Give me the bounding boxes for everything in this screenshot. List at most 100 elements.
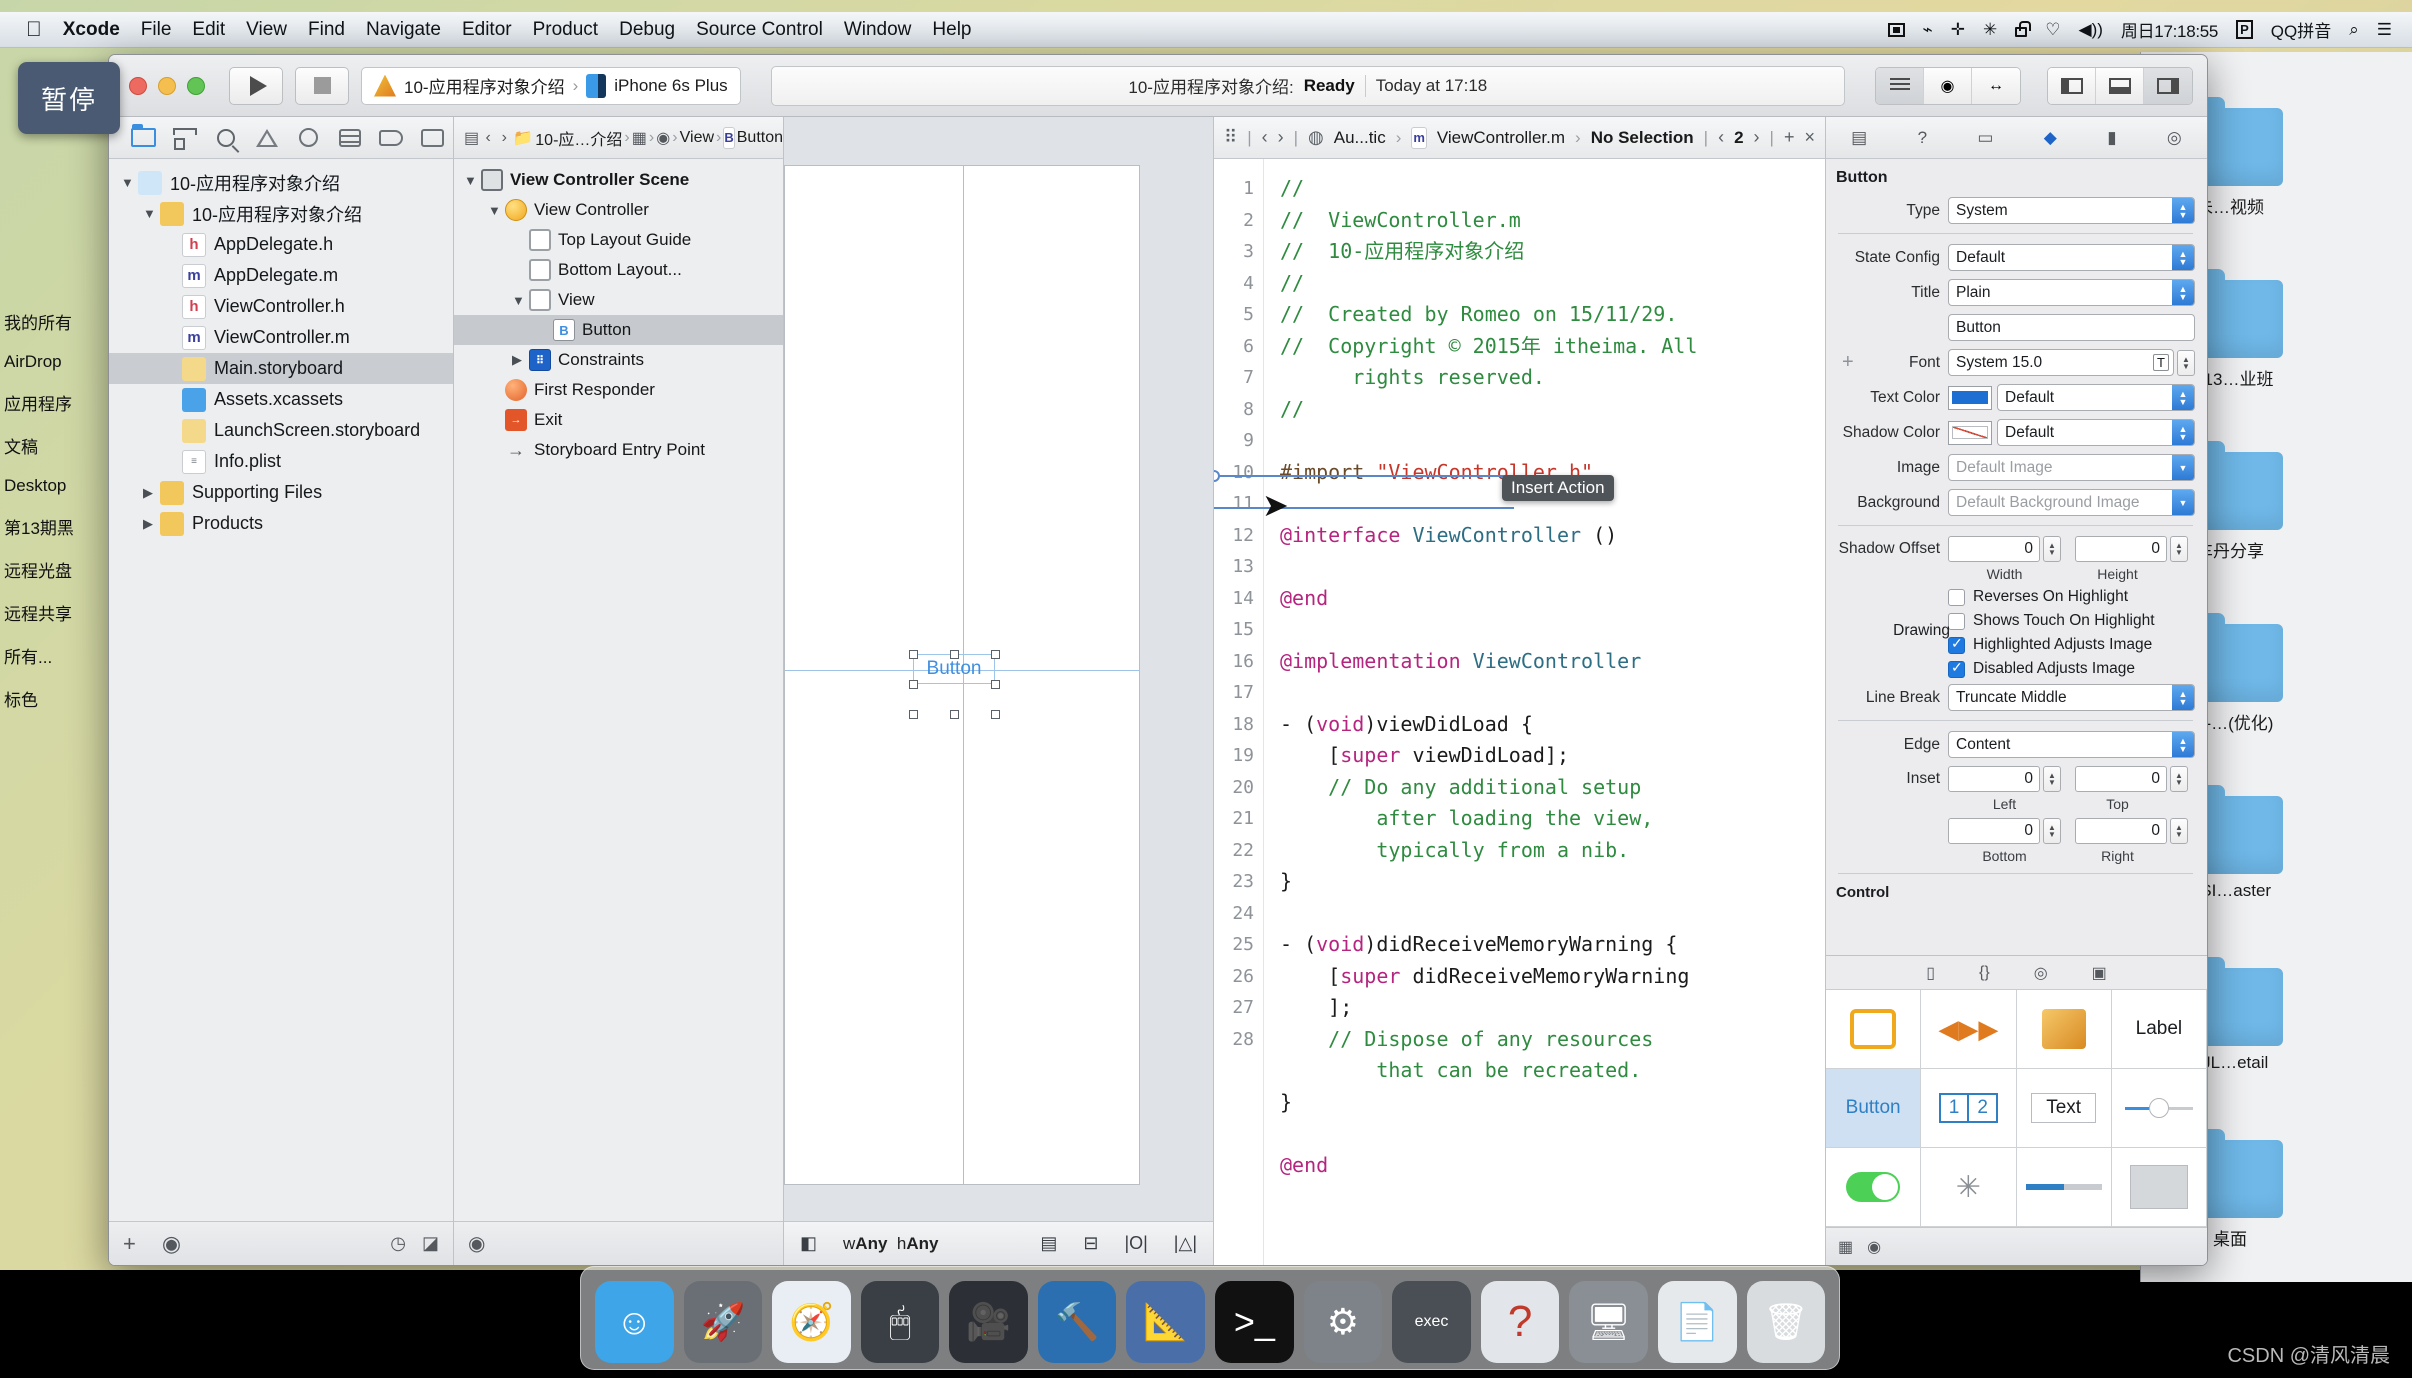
outline-item[interactable]: ▼ View	[454, 285, 783, 315]
outline-item[interactable]: ▼ View Controller	[454, 195, 783, 225]
resolve-icon[interactable]: |△|	[1174, 1233, 1197, 1254]
outline-item[interactable]: ▶ First Responder	[454, 375, 783, 405]
disclosure-triangle-icon[interactable]: ▶	[512, 262, 529, 278]
dock-item-trash[interactable]: 🗑	[1746, 1281, 1826, 1363]
menu-item-source-control[interactable]: Source Control	[696, 19, 823, 41]
dock-item-word[interactable]: 📄	[1657, 1281, 1737, 1363]
menu-item-xcode[interactable]: Xcode	[63, 19, 120, 41]
outline-item[interactable]: ▶ Bottom Layout...	[454, 255, 783, 285]
library-item-switch-object[interactable]	[1826, 1148, 1922, 1227]
inset-top-stepper[interactable]: ▲ ▼	[2170, 766, 2188, 792]
file-inspector-icon[interactable]: ▤	[1851, 128, 1867, 148]
disclosure-triangle-icon[interactable]: ▶	[512, 232, 529, 248]
checkbox[interactable]	[1948, 612, 1965, 630]
disclosure-triangle-icon[interactable]: ▶	[165, 330, 182, 346]
prev-counterpart-icon[interactable]: ‹	[1718, 127, 1724, 148]
zoom-window-button[interactable]	[187, 76, 205, 95]
inset-left-input[interactable]: 0	[1948, 766, 2040, 792]
resize-handle-bl[interactable]	[909, 710, 918, 719]
chevron-updown-icon[interactable]: ▲ ▼	[2172, 685, 2194, 710]
font-input[interactable]: System 15.0 T	[1948, 349, 2174, 376]
menu-item-editor[interactable]: Editor	[462, 19, 512, 41]
shadow-offset-height-stepper[interactable]: ▲ ▼	[2170, 536, 2188, 562]
menu-item-navigate[interactable]: Navigate	[366, 19, 441, 41]
library-list-view-icon[interactable]: ▦	[1838, 1237, 1853, 1257]
issue-navigator-tab[interactable]	[247, 117, 288, 159]
close-window-button[interactable]	[129, 76, 147, 95]
disclosure-triangle-icon[interactable]: ▶	[165, 268, 182, 284]
recent-icon[interactable]: ◷	[390, 1233, 406, 1254]
resize-handle-tl[interactable]	[909, 650, 918, 659]
library-item-label-object[interactable]: Label	[2111, 990, 2207, 1069]
notification-center-icon[interactable]: ☰	[2377, 20, 2392, 40]
checkbox[interactable]	[1948, 635, 1965, 654]
disclosure-triangle-icon[interactable]: ▼	[488, 203, 505, 218]
navigator-file-tree[interactable]: ▼10-应用程序对象介绍▼10-应用程序对象介绍▶hAppDelegate.h▶…	[109, 159, 453, 1221]
run-button[interactable]	[229, 66, 283, 105]
window-controls[interactable]	[129, 76, 205, 95]
chevron-updown-icon[interactable]: ▲ ▼	[2172, 198, 2194, 223]
library-item-activity-indicator-object[interactable]: ✳	[1921, 1148, 2017, 1227]
screen-record-icon[interactable]	[1887, 22, 1905, 37]
vpn-icon[interactable]: ♡	[2045, 20, 2060, 40]
inset-left-stepper[interactable]: ▲ ▼	[2043, 766, 2061, 792]
disclosure-triangle-icon[interactable]: ▶	[143, 485, 160, 501]
resize-handle-tr[interactable]	[991, 650, 1000, 659]
drawing-option[interactable]: Reverses On Highlight	[1948, 588, 2195, 606]
library-item-text-field-object[interactable]: Text	[2016, 1069, 2112, 1148]
menu-item-file[interactable]: File	[141, 19, 172, 41]
shadow-offset-width-input[interactable]: 0	[1948, 536, 2040, 562]
dock-item-xcode[interactable]: 🔨	[1037, 1281, 1117, 1363]
bluetooth-icon[interactable]: ✳	[1983, 20, 1997, 40]
library-item-button-object[interactable]: Button	[1826, 1069, 1922, 1148]
outline-item[interactable]: ▶ Top Layout Guide	[454, 225, 783, 255]
navigator-item[interactable]: ▼ 10-应用程序对象介绍	[109, 198, 453, 229]
menu-item-view[interactable]: View	[246, 19, 287, 41]
add-variation-icon[interactable]: +	[1842, 351, 1854, 374]
input-method-label[interactable]: QQ拼音	[2271, 17, 2331, 42]
navigator-item[interactable]: ▶ Supporting Files	[109, 477, 453, 508]
drawing-option[interactable]: Disabled Adjusts Image	[1948, 659, 2195, 678]
filter-icon[interactable]: ◉	[162, 1231, 181, 1257]
navigator-item[interactable]: ▶h AppDelegate.h	[109, 229, 453, 260]
volume-icon[interactable]: ◀))	[2079, 20, 2103, 40]
background-select[interactable]: Default Background Image ▼	[1948, 489, 2195, 516]
close-assistant-editor-button[interactable]: ×	[1804, 127, 1815, 148]
auto-layout-icon[interactable]: ▤	[1040, 1233, 1057, 1254]
resize-handle-br[interactable]	[991, 710, 1000, 719]
location-icon[interactable]: ⌁	[1923, 20, 1933, 40]
library-grid[interactable]: ◀▶▶ Label Button 1 2 Text ✳	[1826, 990, 2207, 1227]
forward-icon[interactable]: ›	[1278, 127, 1284, 148]
navigator-item[interactable]: ▶ LaunchScreen.storyboard	[109, 415, 453, 446]
inset-bottom-input[interactable]: 0	[1948, 818, 2040, 844]
dock-item-terminal[interactable]: >_	[1215, 1281, 1294, 1363]
toggle-debug-area-button[interactable]	[2096, 67, 2144, 104]
title-select[interactable]: Plain ▲ ▼	[1948, 279, 2195, 306]
back-icon[interactable]: ‹	[481, 125, 495, 151]
size-inspector-icon[interactable]: ▮	[2107, 128, 2116, 148]
inset-bottom-stepper[interactable]: ▲ ▼	[2043, 818, 2061, 844]
filter-icon[interactable]: ◉	[468, 1231, 485, 1256]
file-template-library-icon[interactable]: ▯	[1926, 963, 1935, 983]
resize-handle-mr[interactable]	[991, 680, 1000, 689]
editor-jump-selection[interactable]: No Selection	[1591, 128, 1694, 148]
drawing-option[interactable]: Shows Touch On Highlight	[1948, 612, 2195, 630]
dock-item-finder[interactable]: ☺	[595, 1281, 674, 1363]
editor-jump-assistant[interactable]: Au...tic	[1334, 128, 1386, 148]
breakpoint-navigator-tab[interactable]	[371, 117, 412, 159]
outline-toggle-icon[interactable]: ▤	[464, 125, 479, 151]
add-icon[interactable]: +	[123, 1231, 136, 1257]
chevron-updown-icon[interactable]: ▲ ▼	[2172, 245, 2194, 270]
test-navigator-tab[interactable]	[288, 117, 329, 159]
menu-item-window[interactable]: Window	[844, 19, 912, 41]
report-navigator-tab[interactable]	[412, 117, 453, 159]
text-color-swatch[interactable]	[1948, 385, 1992, 410]
library-item-view-controller-object[interactable]	[1826, 990, 1922, 1069]
apple-menu-icon[interactable]: 	[26, 18, 42, 42]
dock-item-exec[interactable]: exec	[1392, 1281, 1471, 1363]
disclosure-triangle-icon[interactable]: ▶	[165, 423, 182, 439]
size-class-label[interactable]: wAny hAny	[843, 1234, 938, 1254]
disclosure-triangle-icon[interactable]: ▶	[488, 382, 505, 398]
standard-editor-button[interactable]	[1876, 67, 1924, 104]
library-item-object-cube[interactable]	[2016, 990, 2112, 1069]
